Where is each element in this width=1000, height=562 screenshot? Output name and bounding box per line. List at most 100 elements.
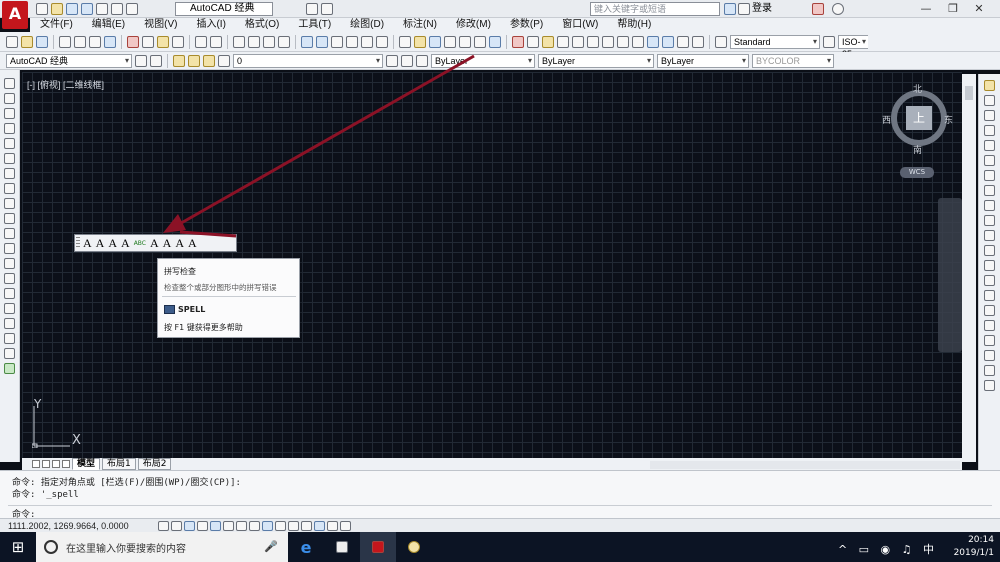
- new-icon[interactable]: [6, 35, 18, 48]
- calc-icon[interactable]: [376, 35, 388, 48]
- explode-icon[interactable]: [984, 335, 995, 346]
- binoculars-icon[interactable]: [724, 3, 736, 15]
- viewcube-east[interactable]: 东: [944, 113, 953, 126]
- polygon-icon[interactable]: [4, 123, 15, 134]
- help-icon[interactable]: [832, 3, 844, 15]
- offset-icon[interactable]: [984, 125, 995, 136]
- toolpalette-icon[interactable]: [331, 35, 343, 48]
- scale-text-tool[interactable]: A: [163, 236, 172, 251]
- viewcube-north[interactable]: 北: [913, 82, 922, 95]
- line-icon[interactable]: [4, 78, 15, 89]
- start-button[interactable]: ⊞: [0, 532, 36, 562]
- tab-first-icon[interactable]: [32, 460, 40, 468]
- open-icon[interactable]: [414, 35, 426, 48]
- toolbar-grip[interactable]: [76, 237, 80, 249]
- horizontal-scrollbar[interactable]: [650, 461, 960, 469]
- break-icon[interactable]: [984, 260, 995, 271]
- login-button[interactable]: 登录: [752, 2, 772, 16]
- undo-icon[interactable]: [572, 35, 584, 48]
- tab-prev-icon[interactable]: [42, 460, 50, 468]
- app-logo[interactable]: A: [2, 1, 28, 29]
- viewcube-west[interactable]: 西: [882, 113, 891, 126]
- ellipse-icon[interactable]: [4, 213, 15, 224]
- chamfer-icon[interactable]: [984, 290, 995, 301]
- save-icon[interactable]: [429, 35, 441, 48]
- gradient-icon[interactable]: [4, 303, 15, 314]
- menu-edit[interactable]: 编辑(E): [82, 18, 134, 32]
- settings-icon[interactable]: [306, 3, 318, 15]
- print-icon[interactable]: [59, 35, 71, 48]
- save-icon[interactable]: [36, 35, 48, 48]
- dtext-tool[interactable]: A: [96, 236, 105, 251]
- grid-icon[interactable]: [184, 520, 195, 531]
- edit-text-tool[interactable]: A: [108, 236, 117, 251]
- properties-icon[interactable]: [647, 35, 659, 48]
- menu-dimension[interactable]: 标注(N): [393, 18, 446, 32]
- infer-constraints-icon[interactable]: [158, 520, 169, 531]
- region-icon[interactable]: [4, 318, 15, 329]
- designcenter-icon[interactable]: [316, 35, 328, 48]
- dropdown-icon[interactable]: [321, 3, 333, 15]
- hatch-icon[interactable]: [4, 288, 15, 299]
- menu-tools[interactable]: 工具(T): [288, 18, 340, 32]
- search-input[interactable]: 键入关键字或短语: [590, 2, 720, 16]
- color-select[interactable]: ByLayer: [431, 53, 535, 68]
- navigation-bar[interactable]: [938, 198, 962, 352]
- workspace-select[interactable]: AutoCAD 经典: [175, 2, 273, 16]
- new-icon[interactable]: [36, 3, 48, 15]
- mtext-tool[interactable]: A: [83, 236, 92, 251]
- toolpalette-icon[interactable]: [677, 35, 689, 48]
- zoom-realtime-icon[interactable]: [248, 35, 260, 48]
- open-icon[interactable]: [51, 3, 63, 15]
- workspace-select-2[interactable]: AutoCAD 经典: [6, 53, 132, 68]
- rectangle-icon[interactable]: [4, 138, 15, 149]
- menu-format[interactable]: 格式(O): [235, 18, 288, 32]
- tab-layout2[interactable]: 布局2: [137, 458, 172, 470]
- video-app[interactable]: [324, 532, 360, 562]
- point-icon[interactable]: [4, 273, 15, 284]
- ortho-icon[interactable]: [197, 520, 208, 531]
- preview-icon[interactable]: [459, 35, 471, 48]
- 3d-print-icon[interactable]: [489, 35, 501, 48]
- pan-icon[interactable]: [233, 35, 245, 48]
- table-icon[interactable]: [4, 333, 15, 344]
- redo-icon[interactable]: [126, 3, 138, 15]
- lineweight-select[interactable]: ByLayer: [657, 53, 749, 68]
- undo-icon[interactable]: [195, 35, 207, 48]
- workspace-save-icon[interactable]: [150, 54, 162, 67]
- construction-line-icon[interactable]: [4, 93, 15, 104]
- tab-layout1[interactable]: 布局1: [102, 458, 136, 470]
- preview-icon[interactable]: [74, 35, 86, 48]
- erase-icon[interactable]: [984, 80, 995, 91]
- publish-icon[interactable]: [474, 35, 486, 48]
- autocad-app[interactable]: [360, 532, 396, 562]
- coordinate-readout[interactable]: 1111.2002, 1269.9664, 0.0000: [0, 521, 158, 531]
- ellipse-arc-icon[interactable]: [4, 228, 15, 239]
- tab-last-icon[interactable]: [62, 460, 70, 468]
- draworder-front-icon[interactable]: [984, 365, 995, 376]
- zoom-realtime-icon[interactable]: [617, 35, 629, 48]
- stretch-icon[interactable]: [984, 200, 995, 211]
- new-icon[interactable]: [399, 35, 411, 48]
- osnap-icon[interactable]: [223, 520, 234, 531]
- revcloud-icon[interactable]: [4, 183, 15, 194]
- matchprop-icon[interactable]: [172, 35, 184, 48]
- scroll-thumb[interactable]: [965, 86, 973, 100]
- viewcube-top-face[interactable]: 上: [906, 106, 932, 130]
- lineweight-icon[interactable]: [288, 520, 299, 531]
- properties-icon[interactable]: [301, 35, 313, 48]
- exchange-icon[interactable]: [812, 3, 824, 15]
- zoom-window-icon[interactable]: [263, 35, 275, 48]
- print-icon[interactable]: [96, 3, 108, 15]
- paint-app[interactable]: [396, 532, 432, 562]
- circle-icon[interactable]: [4, 168, 15, 179]
- menu-parametric[interactable]: 参数(P): [500, 18, 552, 32]
- open-icon[interactable]: [21, 35, 33, 48]
- edge-app[interactable]: e: [288, 532, 324, 562]
- dim-style-select[interactable]: ISO-25: [838, 34, 868, 59]
- system-tray[interactable]: ^ ▭ ◉ ♫ 中: [838, 541, 938, 557]
- trim-icon[interactable]: [984, 215, 995, 226]
- polar-icon[interactable]: [210, 520, 221, 531]
- insert-block-icon[interactable]: [4, 243, 15, 254]
- undo-icon[interactable]: [111, 3, 123, 15]
